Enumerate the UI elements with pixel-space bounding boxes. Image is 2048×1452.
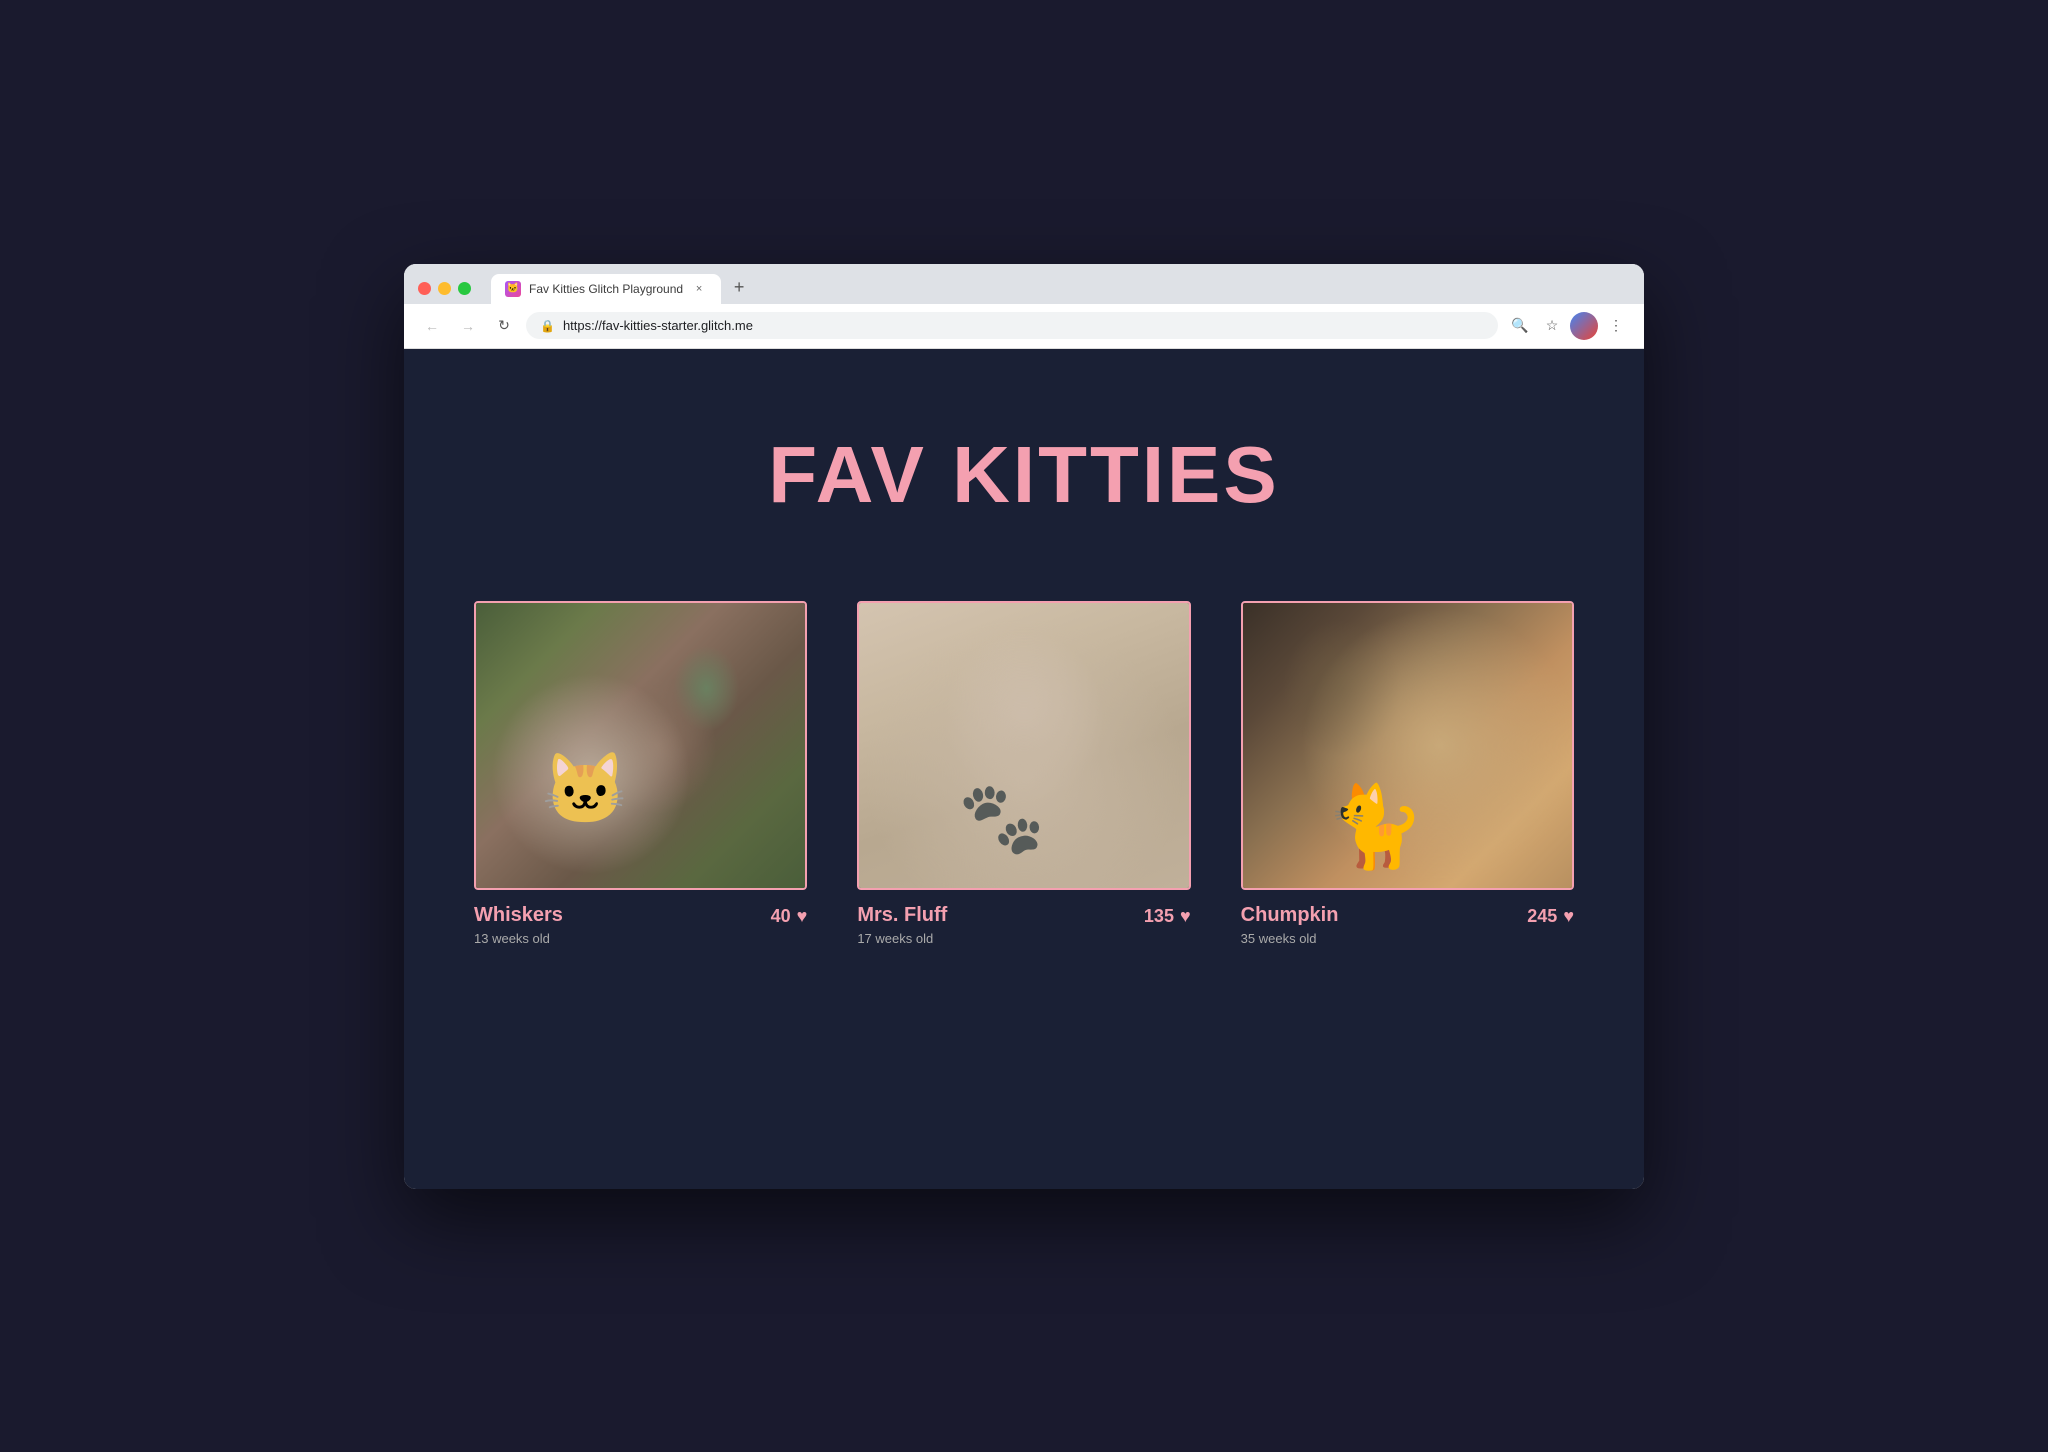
forward-button[interactable]: → — [454, 312, 482, 340]
reload-button[interactable]: ↻ — [490, 312, 518, 340]
votes-count-whiskers: 40 — [771, 906, 791, 927]
kitty-age-mrs-fluff: 17 weeks old — [857, 931, 947, 946]
menu-icon: ⋮ — [1609, 317, 1623, 334]
browser-window: 🐱 Fav Kitties Glitch Playground × + ← → … — [404, 264, 1644, 1189]
toolbar-actions: 🔍 ☆ ⋮ — [1506, 312, 1630, 340]
heart-icon-chumpkin: ♥ — [1563, 906, 1574, 927]
menu-button[interactable]: ⋮ — [1602, 312, 1630, 340]
kitty-image-whiskers[interactable] — [474, 601, 807, 891]
lock-icon: 🔒 — [540, 319, 555, 333]
votes-count-mrs-fluff: 135 — [1144, 906, 1174, 927]
back-icon: ← — [425, 318, 439, 334]
kitty-name-mrs-fluff: Mrs. Fluff — [857, 904, 947, 927]
star-icon: ☆ — [1546, 317, 1559, 334]
close-window-button[interactable] — [418, 282, 431, 295]
kitty-info-mrs-fluff: Mrs. Fluff 17 weeks old 135 ♥ — [857, 890, 1190, 950]
search-button[interactable]: 🔍 — [1506, 312, 1534, 340]
kitty-name-whiskers: Whiskers — [474, 904, 563, 927]
kitty-votes-chumpkin[interactable]: 245 ♥ — [1527, 906, 1574, 927]
active-tab[interactable]: 🐱 Fav Kitties Glitch Playground × — [491, 274, 721, 304]
kitty-votes-whiskers[interactable]: 40 ♥ — [771, 906, 808, 927]
heart-icon-mrs-fluff: ♥ — [1180, 906, 1191, 927]
back-button[interactable]: ← — [418, 312, 446, 340]
maximize-window-button[interactable] — [458, 282, 471, 295]
browser-toolbar: ← → ↻ 🔒 https://fav-kitties-starter.glit… — [404, 304, 1644, 349]
cat-image-1 — [476, 603, 805, 889]
heart-icon-whiskers: ♥ — [797, 906, 808, 927]
page-title: FAV KITTIES — [768, 429, 1280, 521]
reload-icon: ↻ — [498, 317, 510, 334]
kitty-card-whiskers: Whiskers 13 weeks old 40 ♥ — [474, 601, 807, 951]
tabs-bar: 🐱 Fav Kitties Glitch Playground × + — [481, 274, 753, 304]
kitty-name-age-mrs-fluff: Mrs. Fluff 17 weeks old — [857, 904, 947, 946]
kitty-image-mrs-fluff[interactable] — [857, 601, 1190, 891]
kitty-card-chumpkin: Chumpkin 35 weeks old 245 ♥ — [1241, 601, 1574, 951]
kitty-card-mrs-fluff: Mrs. Fluff 17 weeks old 135 ♥ — [857, 601, 1190, 951]
kitty-name-age-whiskers: Whiskers 13 weeks old — [474, 904, 563, 946]
forward-icon: → — [461, 318, 475, 334]
user-avatar[interactable] — [1570, 312, 1598, 340]
bookmark-button[interactable]: ☆ — [1538, 312, 1566, 340]
cat-image-3 — [1243, 603, 1572, 889]
kitty-image-chumpkin[interactable] — [1241, 601, 1574, 891]
kitty-name-chumpkin: Chumpkin — [1241, 904, 1339, 927]
kitty-info-whiskers: Whiskers 13 weeks old 40 ♥ — [474, 890, 807, 950]
browser-chrome: 🐱 Fav Kitties Glitch Playground × + ← → … — [404, 264, 1644, 349]
tab-favicon: 🐱 — [505, 281, 521, 297]
kitty-votes-mrs-fluff[interactable]: 135 ♥ — [1144, 906, 1191, 927]
kitties-grid: Whiskers 13 weeks old 40 ♥ Mrs. Fluff — [474, 601, 1574, 951]
page-content: FAV KITTIES Whiskers 13 weeks old 40 ♥ — [404, 349, 1644, 1189]
minimize-window-button[interactable] — [438, 282, 451, 295]
kitty-age-chumpkin: 35 weeks old — [1241, 931, 1339, 946]
kitty-info-chumpkin: Chumpkin 35 weeks old 245 ♥ — [1241, 890, 1574, 950]
tab-title: Fav Kitties Glitch Playground — [529, 282, 683, 296]
tab-close-button[interactable]: × — [691, 281, 707, 297]
browser-titlebar: 🐱 Fav Kitties Glitch Playground × + — [404, 264, 1644, 304]
search-icon: 🔍 — [1511, 317, 1528, 334]
new-tab-button[interactable]: + — [725, 274, 753, 302]
votes-count-chumpkin: 245 — [1527, 906, 1557, 927]
url-text: https://fav-kitties-starter.glitch.me — [563, 318, 1484, 333]
window-controls — [418, 282, 471, 295]
kitty-name-age-chumpkin: Chumpkin 35 weeks old — [1241, 904, 1339, 946]
address-bar[interactable]: 🔒 https://fav-kitties-starter.glitch.me — [526, 312, 1498, 339]
cat-image-2 — [859, 603, 1188, 889]
kitty-age-whiskers: 13 weeks old — [474, 931, 563, 946]
